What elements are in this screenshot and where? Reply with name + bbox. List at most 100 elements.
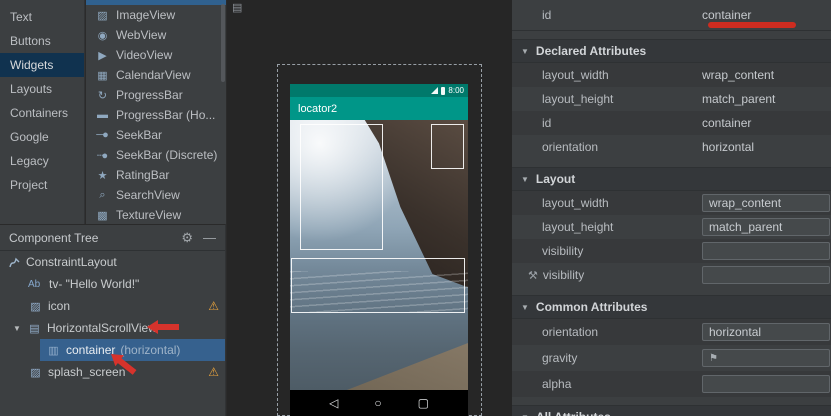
alpha-input[interactable] [702, 375, 830, 393]
component-tree-title: Component Tree [9, 231, 171, 245]
attr-row-layout-width: layout_width wrap_content [512, 63, 831, 87]
section-collapse-icon[interactable]: ▼ [521, 47, 529, 56]
widget-calendarview[interactable]: ▦ CalendarView [86, 65, 226, 85]
widget-imageview[interactable]: ▨ ImageView [86, 5, 226, 25]
canvas-tool-icon[interactable]: ▤ [232, 1, 242, 14]
textureview-icon: ▩ [94, 209, 109, 222]
widget-seekbar-discrete[interactable]: ┄● SeekBar (Discrete) [86, 145, 226, 165]
layout-height-input[interactable]: match_parent [702, 218, 830, 236]
attr-row-id: id container [512, 111, 831, 135]
palette-categories: Text Buttons Widgets Layouts Containers … [0, 0, 85, 224]
palette-category-buttons[interactable]: Buttons [0, 29, 84, 53]
palette-category-legacy[interactable]: Legacy [0, 149, 84, 173]
attr-row-alpha: alpha [512, 371, 831, 397]
palette-category-widgets[interactable]: Widgets [0, 53, 84, 77]
section-collapse-icon[interactable]: ▼ [521, 175, 529, 184]
calendarview-icon: ▦ [94, 69, 109, 82]
component-tree-header: Component Tree ⚙ — [0, 225, 225, 251]
device-preview[interactable]: 8:00 locator2 ◁ ○ ▢ [290, 84, 468, 416]
gear-icon[interactable]: ⚙ [181, 230, 193, 246]
visibility-input[interactable] [702, 242, 830, 260]
webview-icon: ◉ [94, 29, 109, 42]
section-collapse-icon[interactable]: ▼ [521, 303, 529, 312]
widget-progressbar[interactable]: ↻ ProgressBar [86, 85, 226, 105]
gravity-input[interactable]: ⚑ [702, 349, 830, 367]
horizontalscrollview-icon: ▤ [27, 322, 42, 335]
widget-progressbar-horizontal[interactable]: ▬ ProgressBar (Ho... [86, 105, 226, 125]
tree-item-constraintlayout[interactable]: ConstraintLayout [0, 251, 225, 273]
expander-icon[interactable]: ▼ [12, 324, 22, 333]
warning-icon: ⚠ [208, 365, 219, 379]
attr-value[interactable]: horizontal [702, 140, 754, 154]
view-bounds-top-right[interactable] [431, 124, 464, 169]
status-bar: 8:00 [290, 84, 468, 97]
container-orientation-suffix: (horizontal) [120, 343, 180, 357]
background-photo [290, 120, 468, 390]
app-title: locator2 [298, 103, 337, 115]
attr-row-layout-width-field: layout_width wrap_content [512, 191, 831, 215]
component-tree-panel: Component Tree ⚙ — ConstraintLayout Ab t… [0, 224, 226, 416]
design-surface[interactable]: ▤ 8:00 locator2 ◁ ○ [227, 0, 511, 416]
constraintlayout-icon [8, 256, 21, 269]
attr-row-orientation: orientation horizontal [512, 135, 831, 159]
minimize-icon[interactable]: — [203, 230, 216, 245]
warning-icon: ⚠ [208, 299, 219, 313]
nav-back-icon: ◁ [329, 396, 338, 410]
attr-row-visibility: visibility [512, 239, 831, 263]
tools-visibility-input[interactable] [702, 266, 830, 284]
imageview-tree-icon: ▨ [28, 300, 43, 313]
id-attribute-row: id container [512, 0, 831, 31]
widget-textureview[interactable]: ▩ TextureView [86, 205, 226, 224]
widget-seekbar[interactable]: ─● SeekBar [86, 125, 226, 145]
section-collapse-icon[interactable]: ▼ [521, 413, 529, 416]
attributes-panel: id container ▼ Declared Attributes layou… [511, 0, 831, 416]
tree-item-icon[interactable]: ▨ icon ⚠ [0, 295, 225, 317]
section-all-attributes[interactable]: ▼ All Attributes [512, 405, 831, 416]
attr-value[interactable]: wrap_content [702, 68, 774, 82]
widget-webview[interactable]: ◉ WebView [86, 25, 226, 45]
imageview-icon: ▨ [94, 9, 109, 22]
wifi-icon [431, 87, 438, 94]
palette-category-containers[interactable]: Containers [0, 101, 84, 125]
id-value[interactable]: container [702, 8, 751, 22]
status-time: 8:00 [448, 86, 464, 95]
widget-searchview[interactable]: ⌕ SearchView [86, 185, 226, 205]
attr-row-gravity: gravity ⚑ [512, 345, 831, 371]
palette-scrollbar[interactable] [221, 4, 225, 82]
linearlayout-icon: ▥ [46, 344, 61, 357]
attr-row-orientation-field: orientation horizontal [512, 319, 831, 345]
nav-recents-icon: ▢ [418, 396, 429, 410]
palette-category-google[interactable]: Google [0, 125, 84, 149]
app-bar: locator2 [290, 97, 468, 120]
imageview-tree-icon: ▨ [28, 366, 43, 379]
view-bounds-band[interactable] [291, 258, 465, 313]
tree-item-textview[interactable]: Ab tv- "Hello World!" [0, 273, 225, 295]
attribute-name: id [512, 8, 702, 22]
searchview-icon: ⌕ [94, 189, 109, 202]
tree-item-horizontalscrollview[interactable]: ▼ ▤ HorizontalScrollView [0, 317, 225, 339]
red-underline-annotation [708, 22, 796, 28]
section-common-attributes[interactable]: ▼ Common Attributes [512, 295, 831, 319]
palette-category-project[interactable]: Project [0, 173, 84, 197]
view-bounds-left[interactable] [300, 124, 383, 250]
attr-row-layout-height-field: layout_height match_parent [512, 215, 831, 239]
palette-category-text[interactable]: Text [0, 5, 84, 29]
progressbar-horizontal-icon: ▬ [94, 109, 109, 121]
section-declared-attributes[interactable]: ▼ Declared Attributes [512, 39, 831, 63]
widget-videoview[interactable]: ▶ VideoView [86, 45, 226, 65]
attr-value[interactable]: container [702, 116, 751, 130]
seekbar-icon: ─● [94, 129, 109, 141]
red-arrow-annotation-horizontalscrollview [147, 320, 179, 334]
android-studio-layout-editor: Text Buttons Widgets Layouts Containers … [0, 0, 831, 416]
textview-icon: Ab [28, 279, 44, 290]
attr-row-layout-height: layout_height match_parent [512, 87, 831, 111]
attr-value[interactable]: match_parent [702, 92, 775, 106]
wrench-icon: ⚒ [528, 269, 538, 282]
orientation-input[interactable]: horizontal [702, 323, 830, 341]
layout-width-input[interactable]: wrap_content [702, 194, 830, 212]
attr-row-tools-visibility: ⚒ visibility [512, 263, 831, 287]
section-layout[interactable]: ▼ Layout [512, 167, 831, 191]
widget-ratingbar[interactable]: ★ RatingBar [86, 165, 226, 185]
palette-category-layouts[interactable]: Layouts [0, 77, 84, 101]
photo-beach [290, 309, 468, 390]
